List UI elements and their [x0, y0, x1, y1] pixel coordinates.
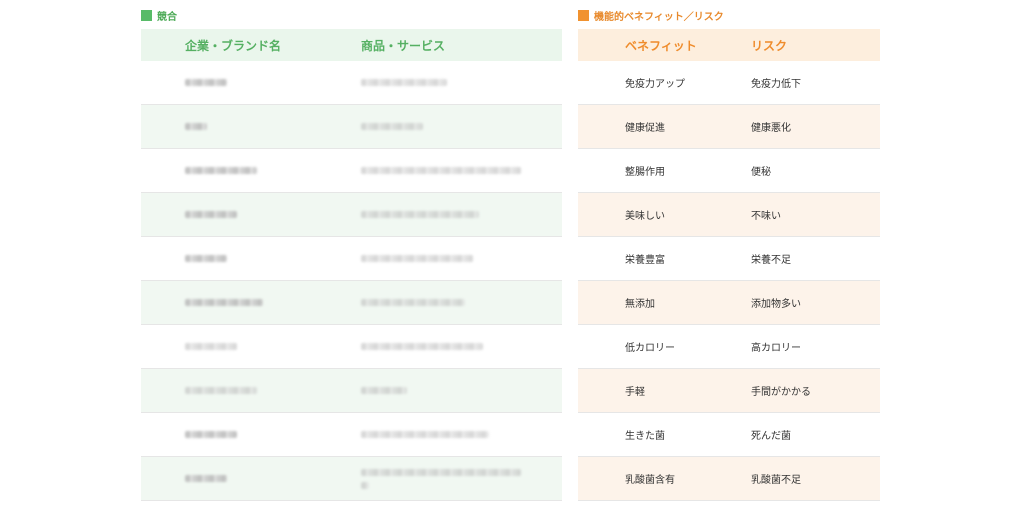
blurred-company-name: [185, 79, 227, 86]
benefit-risk-section-title: 機能的ベネフィット／リスク: [578, 8, 724, 23]
table-row: [141, 105, 562, 149]
benefit-cell: 整腸作用: [625, 167, 665, 178]
blurred-product-name: [361, 167, 521, 174]
blurred-company-name: [185, 343, 237, 350]
competitors-section-title: 競合: [141, 8, 177, 23]
risk-cell: 添加物多い: [751, 299, 801, 310]
risk-cell: 乳酸菌不足: [751, 475, 801, 486]
risk-cell: 不味い: [751, 211, 781, 222]
table-row: [141, 193, 562, 237]
benefit-risk-title: 機能的ベネフィット／リスク: [594, 12, 724, 23]
blurred-product-name: [361, 387, 407, 394]
blurred-company-name: [185, 123, 207, 130]
risk-cell: 栄養不足: [751, 255, 791, 266]
benefit-cell: 栄養豊富: [625, 255, 665, 266]
header-risk: リスク: [751, 38, 788, 53]
risk-cell: 健康悪化: [751, 123, 791, 134]
table-row: [141, 325, 562, 369]
blurred-product-name: [361, 255, 473, 262]
blurred-product-name: [361, 431, 489, 438]
blurred-company-name: [185, 299, 263, 306]
blurred-company-name: [185, 387, 257, 394]
benefit-cell: 生きた菌: [625, 431, 665, 442]
benefit-risk-table: ベネフィット リスク 免疫力アップ 免疫力低下 健康促進 健康悪化 整腸作用 便…: [578, 29, 880, 501]
table-row: 手軽 手間がかかる: [578, 369, 880, 413]
risk-cell: 手間がかかる: [751, 387, 811, 398]
table-row: 整腸作用 便秘: [578, 149, 880, 193]
blurred-company-name: [185, 167, 257, 174]
table-row: [141, 149, 562, 193]
blurred-company-name: [185, 475, 227, 482]
orange-square-icon: [578, 10, 589, 21]
table-row: [141, 413, 562, 457]
table-row: [141, 457, 562, 501]
benefit-cell: 乳酸菌含有: [625, 475, 675, 486]
benefit-cell: 低カロリー: [625, 343, 675, 354]
benefit-cell: 健康促進: [625, 123, 665, 134]
table-row: 栄養豊富 栄養不足: [578, 237, 880, 281]
table-row: 免疫力アップ 免疫力低下: [578, 61, 880, 105]
table-row: 乳酸菌含有 乳酸菌不足: [578, 457, 880, 501]
risk-cell: 死んだ菌: [751, 431, 791, 442]
blurred-product-name: [361, 211, 479, 218]
table-row: 生きた菌 死んだ菌: [578, 413, 880, 457]
blurred-product-name: [361, 79, 447, 86]
competitors-table-header: 企業・ブランド名 商品・サービス: [141, 29, 562, 61]
table-row: [141, 369, 562, 413]
blurred-product-name: [361, 299, 465, 306]
blurred-product-name: [361, 343, 483, 350]
header-product-service: 商品・サービス: [361, 38, 446, 53]
blurred-company-name: [185, 255, 227, 262]
benefit-cell: 免疫力アップ: [625, 79, 685, 90]
green-square-icon: [141, 10, 152, 21]
table-row: [141, 281, 562, 325]
risk-cell: 免疫力低下: [751, 79, 801, 90]
blurred-product-name: [361, 123, 423, 130]
blurred-company-name: [185, 431, 237, 438]
benefit-risk-table-header: ベネフィット リスク: [578, 29, 880, 61]
benefit-cell: 無添加: [625, 299, 655, 310]
blurred-product-name: [361, 468, 521, 489]
benefit-cell: 美味しい: [625, 211, 665, 222]
competitors-title: 競合: [157, 12, 177, 23]
header-benefit: ベネフィット: [625, 38, 697, 53]
table-row: 健康促進 健康悪化: [578, 105, 880, 149]
risk-cell: 高カロリー: [751, 343, 801, 354]
risk-cell: 便秘: [751, 167, 771, 178]
competitors-table: 企業・ブランド名 商品・サービス: [141, 29, 562, 501]
table-row: 低カロリー 高カロリー: [578, 325, 880, 369]
header-company-brand: 企業・ブランド名: [185, 38, 282, 53]
table-row: [141, 237, 562, 281]
benefit-cell: 手軽: [625, 387, 645, 398]
blurred-company-name: [185, 211, 237, 218]
table-row: 美味しい 不味い: [578, 193, 880, 237]
table-row: [141, 61, 562, 105]
table-row: 無添加 添加物多い: [578, 281, 880, 325]
